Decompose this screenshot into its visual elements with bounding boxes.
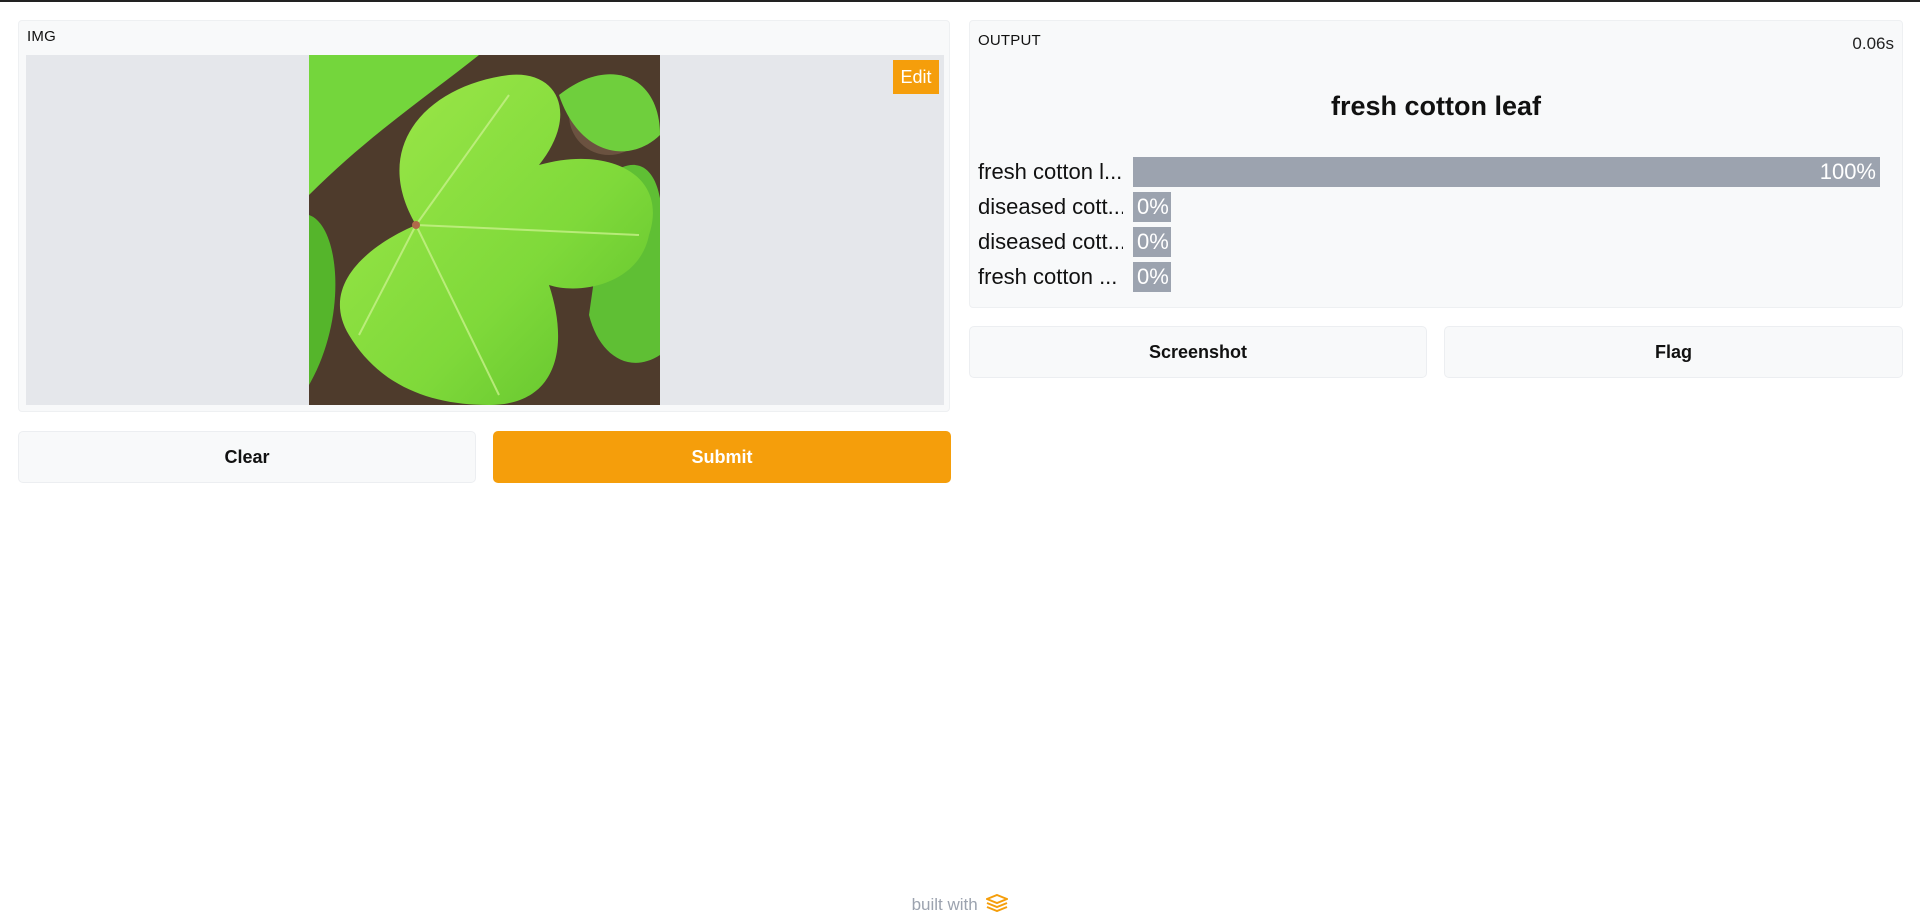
submit-button[interactable]: Submit: [493, 431, 951, 483]
top-border: [0, 0, 1920, 2]
confidence-label: fresh cotton l...: [978, 159, 1123, 184]
image-input-label: IMG: [27, 28, 56, 45]
screenshot-button[interactable]: Screenshot: [969, 326, 1427, 378]
confidence-value: 0%: [1137, 194, 1169, 219]
predicted-label: fresh cotton leaf: [1330, 91, 1542, 121]
confidence-row: fresh cotton l... 100%: [978, 157, 1888, 187]
output-panel: OUTPUT 0.06s fresh cotton leaf fresh cot…: [969, 20, 1903, 308]
confidence-bar: 0%: [1133, 192, 1171, 222]
confidence-label: diseased cott...: [978, 194, 1123, 219]
flag-button[interactable]: Flag: [1444, 326, 1903, 378]
confidence-bar: 100%: [1133, 157, 1880, 187]
clear-button[interactable]: Clear: [18, 431, 476, 483]
footer-text: built with: [911, 894, 978, 914]
confidence-row: fresh cotton ... 0%: [978, 262, 1888, 292]
confidence-value: 0%: [1137, 264, 1169, 289]
confidence-value: 0%: [1137, 229, 1169, 254]
uploaded-leaf-image: [309, 55, 660, 405]
confidence-label: fresh cotton ...: [978, 264, 1118, 289]
confidence-value: 100%: [1819, 159, 1876, 184]
image-upload-area[interactable]: Edit: [26, 55, 944, 405]
confidence-row: diseased cott... 0%: [978, 192, 1888, 222]
confidence-bar: 0%: [1133, 262, 1171, 292]
edit-image-button[interactable]: Edit: [893, 60, 939, 94]
footer: built with: [0, 893, 1920, 917]
elapsed-time: 0.06s: [1852, 34, 1894, 53]
gradio-logo-icon[interactable]: [984, 893, 1011, 917]
confidence-bar: 0%: [1133, 227, 1171, 257]
image-input-panel: IMG Edit: [18, 20, 950, 412]
output-label: OUTPUT: [978, 32, 1041, 49]
confidence-label: diseased cott...: [978, 229, 1123, 254]
confidence-row: diseased cott... 0%: [978, 227, 1888, 257]
